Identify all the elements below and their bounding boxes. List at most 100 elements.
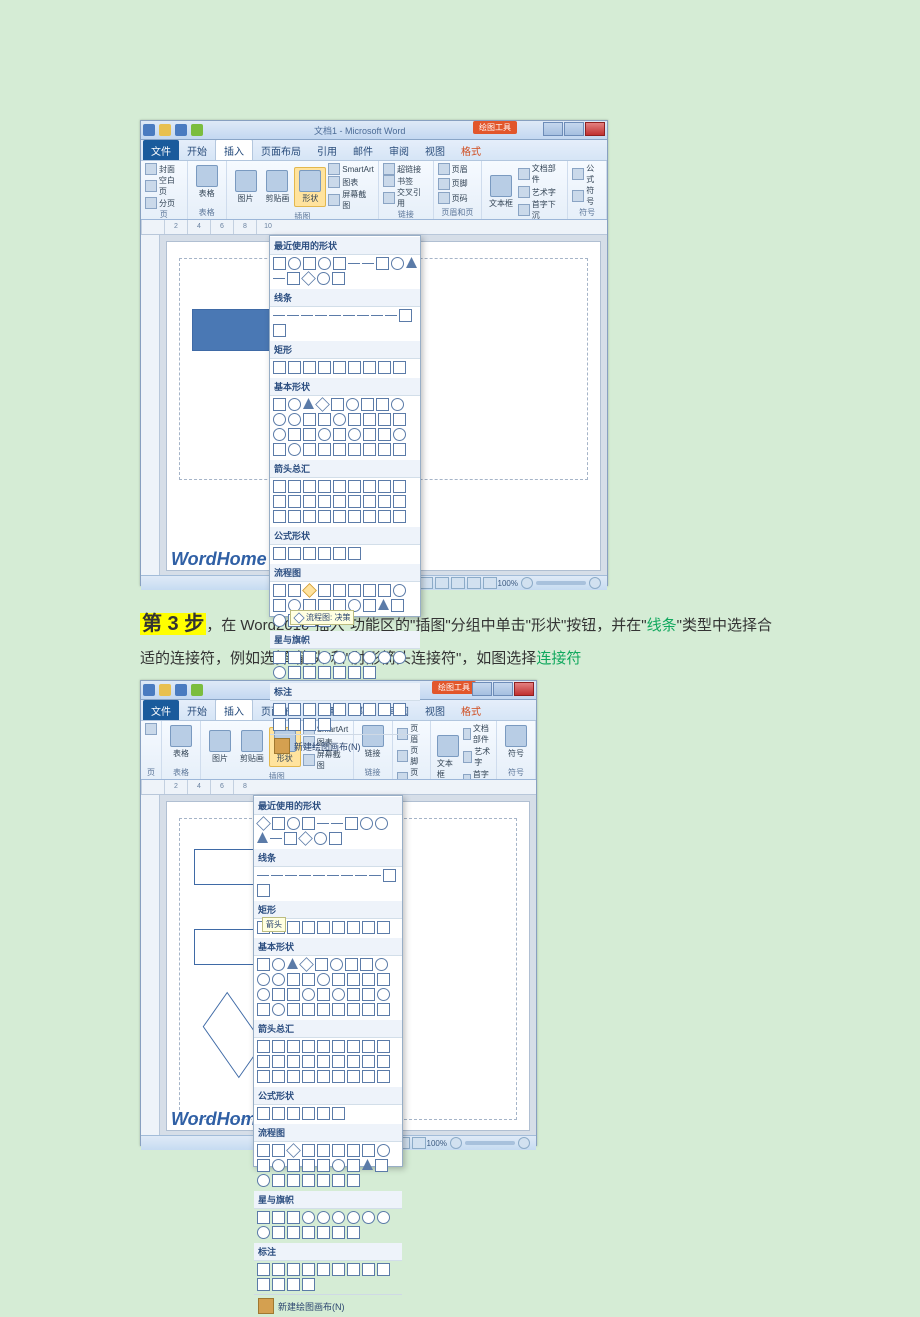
tab-format[interactable]: 格式	[453, 700, 489, 720]
shape-icon[interactable]	[302, 973, 315, 986]
shape-icon[interactable]	[362, 1003, 375, 1016]
btn-smartart[interactable]: SmartArt	[342, 165, 374, 174]
tab-home[interactable]: 开始	[179, 140, 215, 160]
shape-icon[interactable]	[272, 1144, 285, 1157]
shape-icon[interactable]	[288, 510, 301, 523]
shape-icon[interactable]	[317, 1226, 330, 1239]
shape-icon[interactable]	[317, 988, 330, 1001]
shape-line-icon[interactable]	[273, 315, 285, 316]
shape-icon[interactable]	[317, 1040, 330, 1053]
btn-clipart[interactable]: 剪贴画	[237, 728, 267, 766]
shape-icon[interactable]	[301, 315, 313, 316]
shape-icon[interactable]	[331, 398, 344, 411]
shape-icon[interactable]	[362, 1263, 375, 1276]
qat-undo-icon[interactable]	[175, 124, 187, 136]
shape-icon[interactable]	[298, 831, 313, 846]
tab-file[interactable]: 文件	[143, 700, 179, 720]
shape-icon[interactable]	[318, 413, 331, 426]
shape-flowchart-decision-icon[interactable]	[302, 583, 317, 598]
shape-icon[interactable]	[318, 510, 331, 523]
shape-icon[interactable]	[378, 510, 391, 523]
shape-icon[interactable]	[333, 257, 346, 270]
zoom-in-button[interactable]	[589, 577, 601, 589]
shape-icon[interactable]	[378, 480, 391, 493]
btn-clipart[interactable]: 剪贴画	[262, 168, 292, 206]
shape-icon[interactable]	[333, 510, 346, 523]
zoom-slider[interactable]	[465, 1141, 515, 1145]
btn-picture[interactable]: 图片	[231, 168, 261, 206]
shape-icon[interactable]	[318, 718, 331, 731]
shape-icon[interactable]	[332, 272, 345, 285]
btn-header[interactable]: 页眉	[452, 164, 468, 175]
shape-icon[interactable]	[287, 272, 300, 285]
shape-icon[interactable]	[362, 988, 375, 1001]
minimize-button[interactable]	[543, 122, 563, 136]
shape-icon[interactable]	[333, 413, 346, 426]
shape-icon[interactable]	[272, 1107, 285, 1120]
tab-file[interactable]: 文件	[143, 140, 179, 160]
shape-icon[interactable]	[318, 257, 331, 270]
shape-icon[interactable]	[303, 413, 316, 426]
shape-icon[interactable]	[257, 1144, 270, 1157]
shape-icon[interactable]	[257, 958, 270, 971]
shape-icon[interactable]	[317, 1144, 330, 1157]
shape-icon[interactable]	[318, 443, 331, 456]
shape-icon[interactable]	[317, 1159, 330, 1172]
shape-icon[interactable]	[317, 823, 329, 824]
tab-format[interactable]: 格式	[453, 140, 489, 160]
shape-icon[interactable]	[317, 1107, 330, 1120]
shape-icon[interactable]	[318, 495, 331, 508]
shape-elbow-icon[interactable]	[299, 875, 311, 876]
shape-icon[interactable]	[348, 480, 361, 493]
shape-icon[interactable]	[333, 443, 346, 456]
shape-icon[interactable]	[257, 1055, 270, 1068]
shape-icon[interactable]	[377, 921, 390, 934]
shape-icon[interactable]	[391, 257, 404, 270]
shape-icon[interactable]	[333, 666, 346, 679]
shape-icon[interactable]	[257, 988, 270, 1001]
shape-icon[interactable]	[257, 1040, 270, 1053]
shape-icon[interactable]	[302, 1263, 315, 1276]
shape-icon[interactable]	[303, 718, 316, 731]
shape-icon[interactable]	[376, 257, 389, 270]
shape-icon[interactable]	[314, 832, 327, 845]
shape-icon[interactable]	[378, 703, 391, 716]
tab-home[interactable]: 开始	[179, 700, 215, 720]
qat-redo-icon[interactable]	[191, 684, 203, 696]
shape-icon[interactable]	[273, 443, 286, 456]
shape-icon[interactable]	[257, 1278, 270, 1291]
shape-icon[interactable]	[288, 584, 301, 597]
shape-icon[interactable]	[270, 838, 282, 839]
shape-icon[interactable]	[288, 547, 301, 560]
btn-table[interactable]: 表格	[166, 723, 196, 761]
shape-icon[interactable]	[287, 973, 300, 986]
shape-icon[interactable]	[378, 413, 391, 426]
shape-icon[interactable]	[318, 584, 331, 597]
shape-icon[interactable]	[332, 988, 345, 1001]
shape-icon[interactable]	[347, 973, 360, 986]
shape-icon[interactable]	[272, 1003, 285, 1016]
shape-icon[interactable]	[302, 1107, 315, 1120]
view-btn[interactable]	[419, 577, 433, 589]
shape-icon[interactable]	[272, 958, 285, 971]
shape-icon[interactable]	[333, 495, 346, 508]
view-btn[interactable]	[435, 577, 449, 589]
shape-icon[interactable]	[333, 361, 346, 374]
tab-view[interactable]: 视图	[417, 140, 453, 160]
btn-blank[interactable]: 空白页	[159, 175, 183, 197]
shape-icon[interactable]	[272, 817, 285, 830]
shape-icon[interactable]	[299, 957, 314, 972]
btn-break[interactable]: 分页	[159, 198, 175, 209]
shape-icon[interactable]	[347, 1211, 360, 1224]
shape-icon[interactable]	[287, 1070, 300, 1083]
shape-icon[interactable]	[257, 1107, 270, 1120]
shape-icon[interactable]	[329, 315, 341, 316]
shape-icon[interactable]	[286, 1143, 301, 1158]
shape-icon[interactable]	[377, 1211, 390, 1224]
btn-wordart[interactable]: 艺术字	[532, 187, 556, 198]
shape-icon[interactable]	[330, 958, 343, 971]
close-button[interactable]	[514, 682, 534, 696]
shapes-dropdown[interactable]: 最近使用的形状 线条 矩形 箭头 基本形状 箭头总汇	[253, 795, 403, 1167]
flowchart-rect[interactable]	[194, 849, 256, 885]
shape-icon[interactable]	[288, 495, 301, 508]
